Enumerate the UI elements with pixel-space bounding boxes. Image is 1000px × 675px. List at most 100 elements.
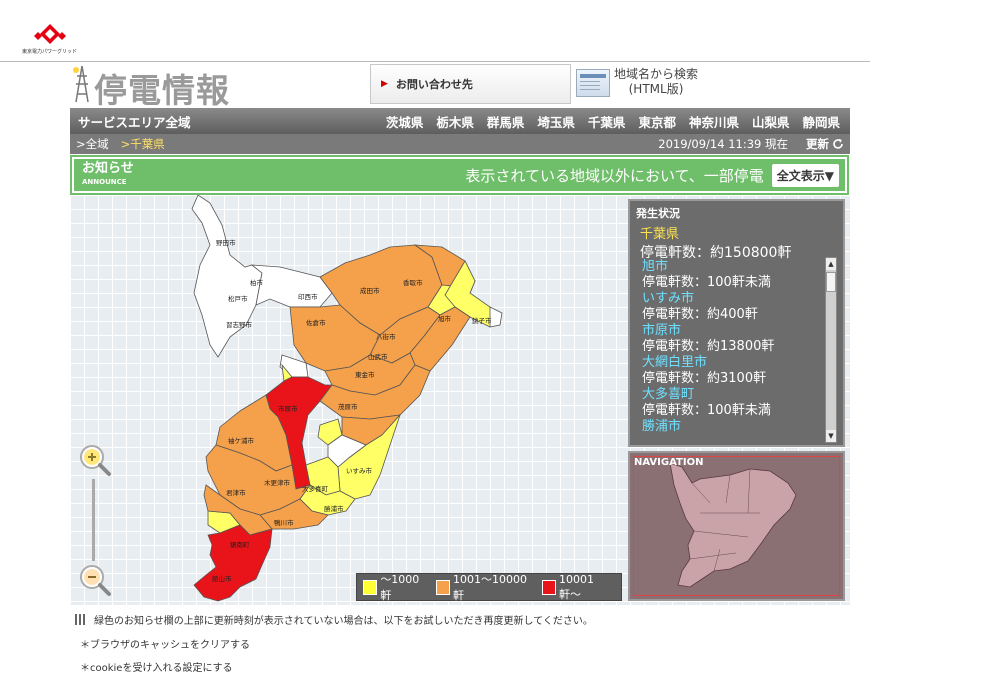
search-label-1: 地域名から検索 [614,67,699,81]
city-count: 停電軒数：100軒未満 [642,275,771,290]
contact-label: お問い合わせ先 [395,78,473,91]
city-count: 停電軒数：約400軒 [642,307,758,322]
map-label-otaki: 大多喜町 [302,484,329,493]
outage-status-panel: 発生状況 千葉県 停電軒数：約150800軒 旭市 停電軒数：100軒未満 いす… [628,199,845,447]
city-name[interactable]: 大多喜町 [642,387,828,403]
legend-item-low: 〜1000軒 [363,571,428,603]
map-label-futtsu: 君津市 [226,488,246,497]
nav-all-area[interactable]: サービスエリア全域 [78,112,191,131]
navigation-minimap[interactable]: NAVIGATION [628,451,845,601]
announcement-bar: お知らせ ANNOUNCE 表示されている地域以外において、一部停電 全文表示▼ [70,155,849,195]
scroll-up-icon[interactable]: ▲ [826,258,836,270]
city-name[interactable]: 大網白里市 [642,355,828,371]
announce-subtitle: ANNOUNCE [82,177,127,186]
html-search-icon[interactable] [576,69,610,97]
legend-swatch [435,579,451,595]
breadcrumb: >全域 >千葉県 2019/09/14 11:39 現在 更新 [70,134,850,154]
map-label-minamiboso: 館山市 [212,574,232,583]
city-name[interactable]: 旭市 [642,259,828,275]
map-legend: 〜1000軒 1001〜10000軒 10001軒〜 [356,571,622,603]
map-label-togane: 東金市 [355,370,375,379]
footer-bullet-cache: ＊ブラウザのキャッシュをクリアする [80,640,250,651]
scroll-down-icon[interactable]: ▼ [826,430,836,442]
city-name[interactable]: 勝浦市 [642,419,828,435]
map-label-kisarazu: 袖ケ浦市 [228,436,255,445]
nav-prefecture[interactable]: 茨城県 [386,112,424,131]
announce-title: お知らせ ANNOUNCE [82,162,134,189]
map-label-narita: 成田市 [360,286,380,295]
legend-item-mid: 1001〜10000軒 [435,571,534,603]
area-search-link[interactable]: 地域名から検索 (HTML版) [614,67,698,97]
map-label-katori: 香取市 [403,278,423,287]
refresh-label: 更新 [806,137,829,151]
nav-prefecture[interactable]: 栃木県 [436,112,474,131]
zoom-in-button[interactable] [78,443,112,477]
legend-item-high: 10001軒〜 [541,572,613,602]
page-title: 停電情報 [94,71,230,110]
legend-swatch [541,579,556,595]
refresh-button[interactable]: 更新 [806,136,844,152]
nav-prefecture[interactable]: 東京都 [638,112,676,131]
map-label-kimitsu: 木更津市 [264,478,291,487]
nav-prefecture[interactable]: 山梨県 [752,112,790,131]
footer-note-text: 緑色のお知らせ欄の上部に更新時刻が表示されていない場合は、以下をお試しいただき再… [94,616,593,627]
minimap-viewport[interactable] [633,456,840,596]
legend-label: 10001軒〜 [558,572,594,601]
map-label-kashiwa: 柏市 [250,278,264,287]
status-scrollbar[interactable]: ▲ ▼ [825,257,837,443]
map-label-kamogawa: 鴨川市 [274,518,294,527]
city-name[interactable]: いすみ市 [642,291,828,307]
arrow-right-icon: ▶ [381,79,388,89]
grid-icon [75,614,86,625]
outage-map-area: 野田市 柏市 松戸市 習志野市 印西市 成田市 香取市 佐倉市 八街市 山武市 … [70,195,850,605]
nav-prefecture[interactable]: 群馬県 [487,112,525,131]
footer-note: 緑色のお知らせ欄の上部に更新時刻が表示されていない場合は、以下をお試しいただき再… [75,612,593,627]
map-label-katsuura: 勝浦市 [324,504,344,513]
legend-swatch [363,579,378,595]
city-count: 停電軒数：約3100軒 [642,371,767,386]
city-status-list[interactable]: 旭市 停電軒数：100軒未満 いすみ市 停電軒数：約400軒 市原市 停電軒数：… [638,259,828,439]
city-count: 停電軒数：約13800軒 [642,339,775,354]
nav-prefecture[interactable]: 神奈川県 [689,112,739,131]
map-label-narashino: 習志野市 [226,320,253,329]
city-count: 停電軒数：100軒未満 [642,403,771,418]
map-label-kyonan: 鋸南町 [230,540,250,549]
zoom-slider[interactable] [92,479,95,561]
update-timestamp: 2019/09/14 11:39 現在 [658,137,788,151]
map-region-noda [191,195,263,358]
map-label-sanmu: 山武市 [368,352,388,361]
map-label-matsudo: 松戸市 [228,294,248,303]
nav-prefecture[interactable]: 千葉県 [588,112,626,131]
map-region-minamiboso [193,524,273,602]
prefecture-list: 茨城県 栃木県 群馬県 埼玉県 千葉県 東京都 神奈川県 山梨県 静岡県 [373,112,840,131]
contact-button[interactable]: ▶ お問い合わせ先 [370,64,571,104]
map-label-yachimata: 八街市 [376,332,396,341]
map-region-choshi-tip [489,306,503,328]
nav-prefecture[interactable]: 埼玉県 [537,112,575,131]
chiba-map[interactable]: 野田市 柏市 松戸市 習志野市 印西市 成田市 香取市 佐倉市 八街市 山武市 … [70,195,630,605]
scroll-thumb[interactable] [826,272,836,292]
map-label-isumi: いすみ市 [346,466,373,475]
map-label-inzai: 印西市 [298,292,318,301]
map-label-asahi: 旭市 [438,314,452,323]
nav-prefecture[interactable]: 静岡県 [802,112,840,131]
announce-title-text: お知らせ [82,160,134,176]
logo-text: 東京電力パワーグリッド [22,49,78,55]
breadcrumb-all[interactable]: >全域 [76,136,109,152]
legend-label: 1001〜10000軒 [453,573,528,602]
city-name[interactable]: 市原市 [642,323,828,339]
map-label-ichihara: 市原市 [278,404,298,413]
refresh-icon [833,139,843,149]
search-label-2: (HTML版) [628,82,684,96]
legend-label: 〜1000軒 [380,573,420,602]
map-label-noda: 野田市 [216,238,236,247]
zoom-out-button[interactable] [78,563,112,597]
announce-message: 表示されている地域以外において、一部停電 [465,166,764,185]
footer-bullet-cookie: ＊cookieを受け入れる設定にする [80,663,233,674]
show-all-button[interactable]: 全文表示▼ [771,163,839,187]
status-prefecture: 千葉県 [640,227,680,242]
map-label-sakura: 佐倉市 [306,318,326,327]
header-divider [0,61,870,62]
power-tower-icon [73,65,89,103]
map-label-mobara: 茂原市 [338,402,358,411]
